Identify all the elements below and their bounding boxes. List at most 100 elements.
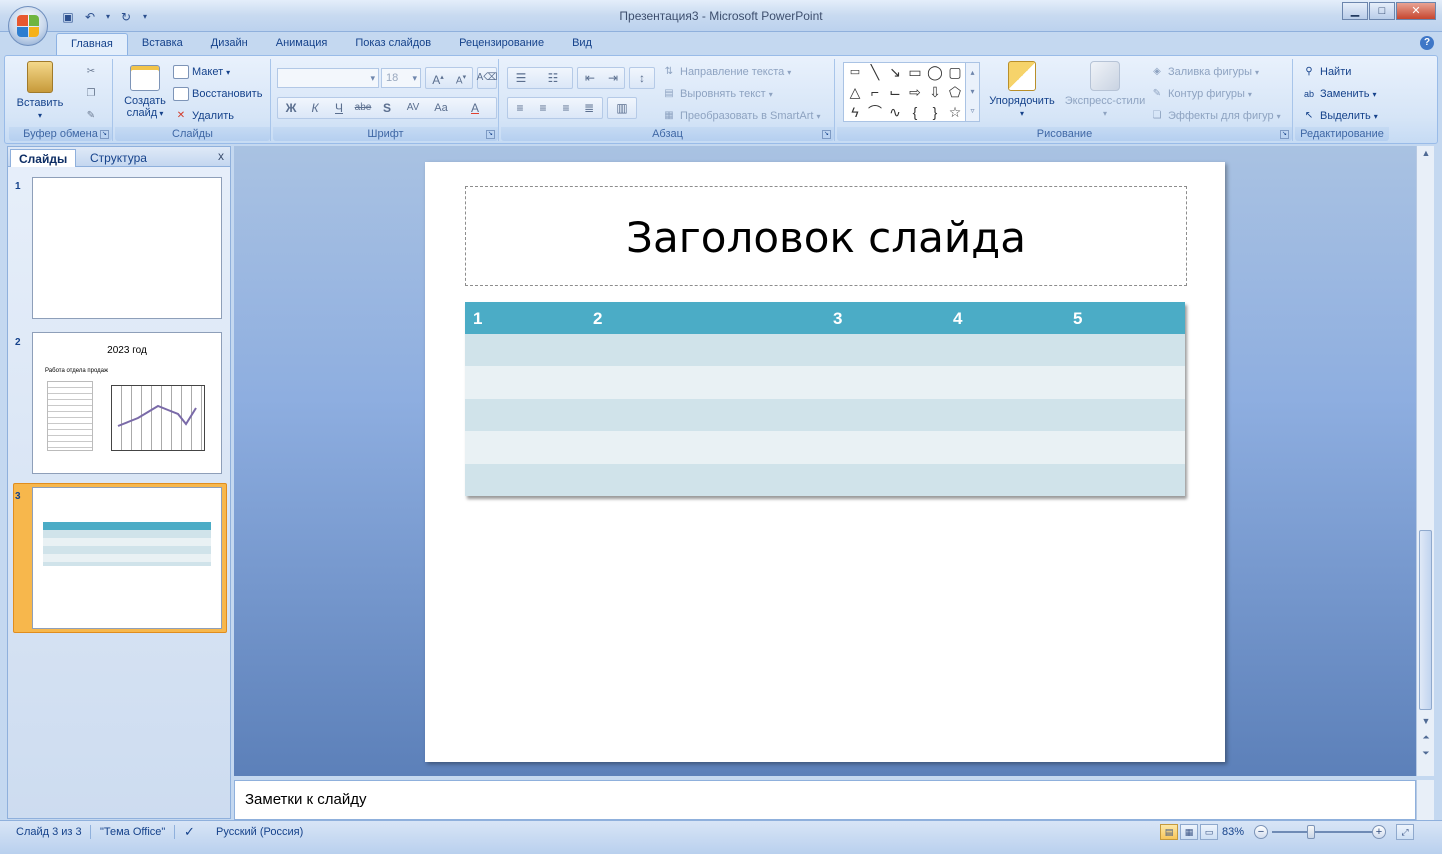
freeform-shape-icon[interactable]: ∿ (886, 103, 904, 121)
rectangle-shape-icon[interactable]: ▭ (906, 63, 924, 81)
bullets-icon[interactable]: ☰ (510, 68, 532, 88)
slide-thumbnail-1[interactable] (32, 177, 222, 319)
oval-shape-icon[interactable]: ◯ (926, 63, 944, 81)
theme-name[interactable]: "Тема Office" (100, 826, 165, 838)
font-size-combo[interactable]: 18 (381, 68, 421, 88)
shape-effects-button[interactable]: ❏ Эффекты для фигур ▾ (1149, 107, 1281, 125)
slide-sorter-view-icon[interactable]: ▦ (1180, 824, 1198, 840)
table-header-cell[interactable]: 3 (833, 309, 842, 329)
scroll-thumb[interactable] (1419, 530, 1432, 710)
tab-home[interactable]: Главная (56, 33, 128, 55)
font-color-button[interactable]: A (464, 98, 486, 118)
shape-outline-button[interactable]: ✎ Контур фигуры ▾ (1149, 85, 1252, 103)
table-header-cell[interactable]: 4 (953, 309, 962, 329)
table-row[interactable] (465, 398, 1185, 432)
slide-table[interactable]: 1 2 3 4 5 (465, 302, 1185, 496)
down-arrow-shape-icon[interactable]: ⇩ (926, 83, 944, 101)
workspace-scrollbar[interactable]: ▲ ▼ ⏶ ⏷ (1416, 146, 1434, 776)
slide-thumbnail-3[interactable] (32, 487, 222, 629)
minimize-button[interactable]: ▁ (1342, 2, 1368, 20)
shadow-button[interactable]: S (376, 98, 398, 118)
align-center-icon[interactable]: ≡ (532, 98, 554, 118)
tab-slides-list[interactable]: Слайды (10, 149, 77, 167)
language[interactable]: Русский (Россия) (216, 826, 303, 838)
curve-shape-icon[interactable]: ⌒ (866, 103, 884, 121)
format-painter-button[interactable]: ✎ (83, 107, 99, 125)
cut-button[interactable]: ✂ (83, 63, 99, 81)
fit-to-window-icon[interactable]: ⤢ (1396, 824, 1414, 840)
table-header-cell[interactable]: 5 (1073, 309, 1082, 329)
bold-button[interactable]: Ж (280, 98, 302, 118)
shrink-font-button[interactable]: A▾ (450, 68, 472, 88)
table-header-cell[interactable]: 1 (473, 309, 482, 329)
columns-icon[interactable]: ▥ (611, 98, 633, 118)
clear-format-icon[interactable]: A⌫ (476, 68, 498, 88)
font-name-combo[interactable] (277, 68, 379, 88)
tab-design[interactable]: Дизайн (197, 33, 262, 55)
tab-review[interactable]: Рецензирование (445, 33, 558, 55)
tab-outline[interactable]: Структура (82, 149, 155, 167)
table-row[interactable] (465, 334, 1185, 367)
elbow-connector-shape-icon[interactable]: ⌙ (886, 83, 904, 101)
text-direction-button[interactable]: ⇅ Направление текста ▾ (661, 63, 792, 81)
right-brace-shape-icon[interactable]: } (926, 103, 944, 121)
justify-icon[interactable]: ≣ (578, 98, 600, 118)
tab-insert[interactable]: Вставка (128, 33, 197, 55)
slideshow-view-icon[interactable]: ▭ (1200, 824, 1218, 840)
layout-button[interactable]: Макет ▾ (173, 63, 230, 81)
star-shape-icon[interactable]: ☆ (946, 103, 964, 121)
change-case-button[interactable]: Aa (430, 98, 452, 118)
paste-button[interactable]: Вставить ▾ (15, 61, 65, 122)
increase-indent-icon[interactable]: ⇥ (602, 68, 624, 88)
tab-slideshow[interactable]: Показ слайдов (341, 33, 445, 55)
select-button[interactable]: ↖ Выделить ▾ (1301, 107, 1378, 125)
spellcheck-icon[interactable]: ✓ (184, 824, 195, 840)
panel-close-icon[interactable]: x (218, 149, 224, 163)
grow-font-button[interactable]: A▴ (427, 68, 449, 88)
reset-button[interactable]: Восстановить (173, 85, 262, 103)
shape-fill-button[interactable]: ◈ Заливка фигуры ▾ (1149, 63, 1259, 81)
zoom-slider-track[interactable] (1272, 831, 1372, 833)
find-button[interactable]: ⚲ Найти (1301, 63, 1351, 81)
textbox-shape-icon[interactable]: ▭ (846, 63, 864, 81)
font-launcher-icon[interactable]: ↘ (486, 130, 495, 139)
replace-button[interactable]: ab Заменить ▾ (1301, 85, 1376, 103)
maximize-button[interactable]: □ (1369, 2, 1395, 20)
arrow-line-shape-icon[interactable]: ↘ (886, 63, 904, 81)
pentagon-shape-icon[interactable]: ⬠ (946, 83, 964, 101)
paragraph-launcher-icon[interactable]: ↘ (822, 130, 831, 139)
connector-shape-icon[interactable]: ⌐ (866, 83, 884, 101)
align-text-button[interactable]: ▤ Выровнять текст ▾ (661, 85, 772, 103)
normal-view-icon[interactable]: ▤ (1160, 824, 1178, 840)
copy-button[interactable]: ❐ (83, 85, 99, 103)
notes-pane[interactable]: Заметки к слайду (234, 780, 1416, 820)
line-shape-icon[interactable]: ╲ (866, 63, 884, 81)
rounded-rect-shape-icon[interactable]: ▢ (946, 63, 964, 81)
tab-animation[interactable]: Анимация (262, 33, 342, 55)
numbering-icon[interactable]: ☷ (542, 68, 564, 88)
decrease-indent-icon[interactable]: ⇤ (579, 68, 601, 88)
line-spacing-icon[interactable]: ↕ (631, 68, 653, 88)
triangle-shape-icon[interactable]: △ (846, 83, 864, 101)
scroll-down-icon[interactable]: ▼ (1420, 716, 1432, 728)
zoom-out-icon[interactable]: − (1254, 825, 1268, 839)
scroll-up-icon[interactable]: ▲ (1420, 148, 1432, 160)
close-button[interactable]: ✕ (1396, 2, 1436, 20)
slide-thumbnail-2[interactable]: 2023 год Работа отдела продаж (32, 332, 222, 474)
drawing-launcher-icon[interactable]: ↘ (1280, 130, 1289, 139)
align-right-icon[interactable]: ≡ (555, 98, 577, 118)
char-spacing-button[interactable]: AV (402, 98, 424, 118)
gallery-scroll[interactable]: ▴ ▾ ▿ (965, 63, 979, 121)
zoom-level[interactable]: 83% (1222, 826, 1244, 838)
lightning-shape-icon[interactable]: ϟ (846, 103, 864, 121)
title-placeholder[interactable]: Заголовок слайда (465, 186, 1187, 286)
help-icon[interactable]: ? (1420, 36, 1434, 50)
table-row[interactable] (465, 431, 1185, 464)
table-row[interactable] (465, 463, 1185, 496)
delete-slide-button[interactable]: ✕ Удалить (173, 107, 234, 125)
tab-view[interactable]: Вид (558, 33, 606, 55)
table-header-cell[interactable]: 2 (593, 309, 602, 329)
italic-button[interactable]: К (304, 98, 326, 118)
zoom-slider-thumb[interactable] (1307, 825, 1315, 839)
table-row[interactable] (465, 366, 1185, 399)
